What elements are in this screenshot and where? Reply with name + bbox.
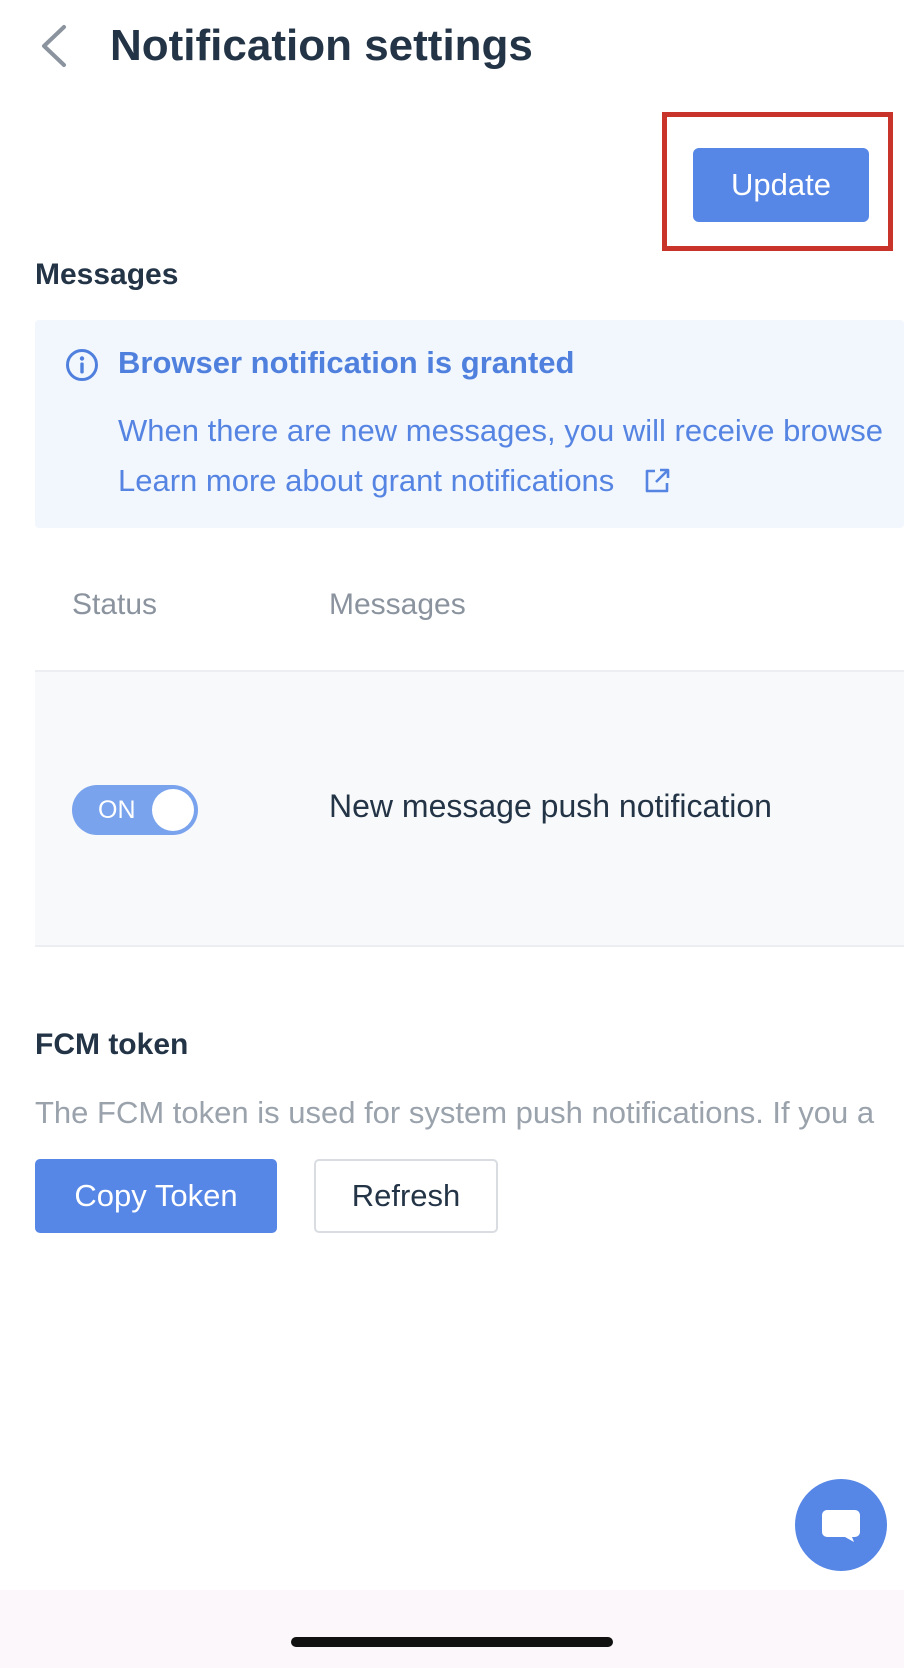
copy-token-button[interactable]: Copy Token	[35, 1159, 277, 1233]
system-bottom-bar	[0, 1590, 904, 1668]
page-title: Notification settings	[110, 21, 533, 70]
toggle-label: ON	[98, 796, 136, 824]
home-indicator[interactable]	[291, 1637, 613, 1647]
chat-icon	[822, 1510, 860, 1542]
info-icon	[66, 349, 98, 381]
learn-more-link-label: Learn more about grant notifications	[118, 463, 615, 498]
column-header-messages: Messages	[329, 588, 466, 621]
message-type-label: New message push notification	[329, 788, 772, 824]
external-link-icon	[646, 468, 670, 493]
table-row: ON New message push notification	[35, 672, 904, 947]
learn-more-link[interactable]: Learn more about grant notifications	[118, 463, 672, 499]
notification-settings-page: Notification settings Update Messages Br…	[0, 0, 904, 1668]
back-button[interactable]	[28, 18, 78, 74]
update-button[interactable]: Update	[693, 148, 869, 222]
fcm-description: The FCM token is used for system push no…	[35, 1095, 875, 1130]
alert-text: When there are new messages, you will re…	[118, 413, 884, 448]
alert-title: Browser notification is granted	[118, 345, 575, 380]
fcm-section-title: FCM token	[35, 1028, 189, 1061]
column-header-status: Status	[72, 588, 158, 621]
refresh-button[interactable]: Refresh	[314, 1159, 498, 1233]
chevron-left-icon	[42, 25, 66, 67]
chat-button[interactable]	[795, 1479, 887, 1571]
toggle-knob	[152, 789, 194, 831]
push-notification-toggle[interactable]: ON	[72, 785, 198, 835]
messages-section-title: Messages	[35, 258, 179, 291]
notification-granted-alert: Browser notification is granted When the…	[35, 320, 904, 528]
